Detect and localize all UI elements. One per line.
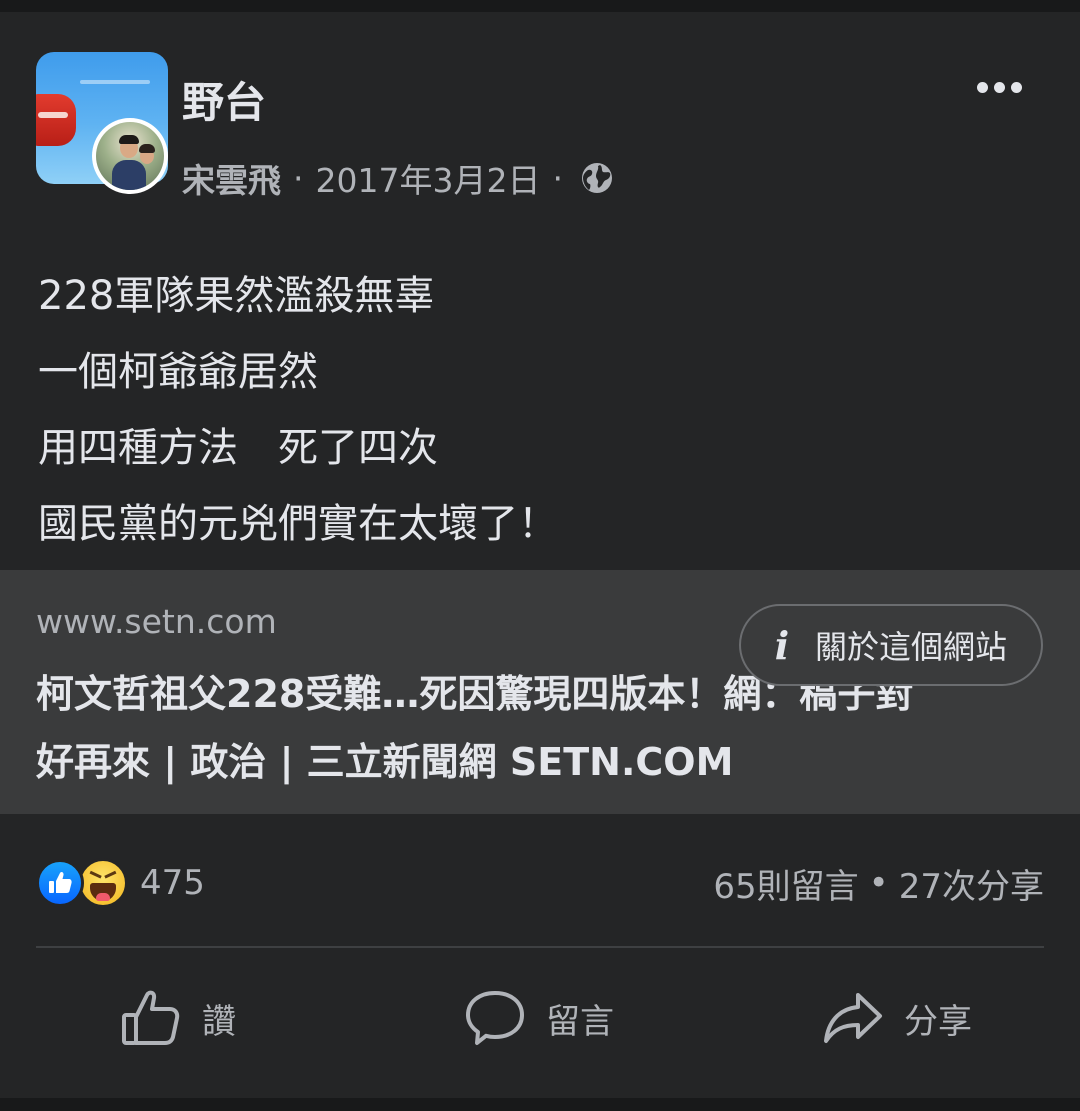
- comment-label: 留言: [546, 1001, 614, 1042]
- share-label: 分享: [904, 1001, 972, 1042]
- reaction-summary[interactable]: 475: [36, 858, 205, 908]
- comment-button[interactable]: 留言: [464, 980, 614, 1056]
- comment-bubble-icon: [466, 991, 524, 1045]
- divider: [36, 946, 1044, 948]
- meta-separator: ·: [293, 158, 304, 198]
- share-count[interactable]: 27次分享: [899, 859, 1044, 908]
- engagement-stats: 65則留言 • 27次分享: [713, 858, 1044, 908]
- post-date[interactable]: 2017年3月2日: [316, 154, 541, 202]
- meta-separator: ·: [552, 158, 563, 198]
- more-options-button[interactable]: [966, 70, 1032, 104]
- thumbs-up-icon: [122, 990, 180, 1045]
- more-dot-icon: [993, 81, 1005, 93]
- reaction-count: 475: [140, 863, 205, 903]
- share-button[interactable]: 分享: [822, 980, 972, 1056]
- post-meta: 宋雲飛 · 2017年3月2日 ·: [182, 154, 615, 202]
- about-this-website-button[interactable]: i 關於這個網站: [739, 604, 1043, 686]
- stats-separator: •: [868, 863, 889, 903]
- about-this-website-label: 關於這個網站: [815, 628, 1008, 666]
- info-icon: i: [774, 622, 790, 668]
- bottom-background: [0, 1098, 1080, 1111]
- like-reaction-icon: [36, 859, 84, 907]
- author-name[interactable]: 宋雲飛: [182, 154, 281, 202]
- haha-reaction-icon: [78, 858, 128, 908]
- author-avatar[interactable]: [92, 118, 168, 194]
- globe-icon[interactable]: [579, 160, 615, 196]
- page-avatar-detail: [80, 80, 150, 84]
- author-photo: [96, 122, 164, 190]
- comment-count[interactable]: 65則留言: [713, 859, 858, 908]
- top-background: [0, 0, 1080, 12]
- link-domain: www.setn.com: [36, 602, 277, 641]
- post-text: 228軍隊果然濫殺無辜 一個柯爺爺居然 用四種方法 死了四次 國民黨的元兇們實在…: [38, 273, 558, 547]
- like-button[interactable]: 讚: [120, 980, 236, 1056]
- more-dot-icon: [1010, 81, 1022, 93]
- more-dot-icon: [976, 81, 988, 93]
- action-bar: 讚 留言 分享: [0, 980, 1080, 1056]
- share-arrow-icon: [824, 993, 882, 1043]
- page-name[interactable]: 野台: [182, 78, 266, 128]
- page-avatar-graphic: [36, 94, 76, 146]
- like-label: 讚: [202, 1001, 236, 1042]
